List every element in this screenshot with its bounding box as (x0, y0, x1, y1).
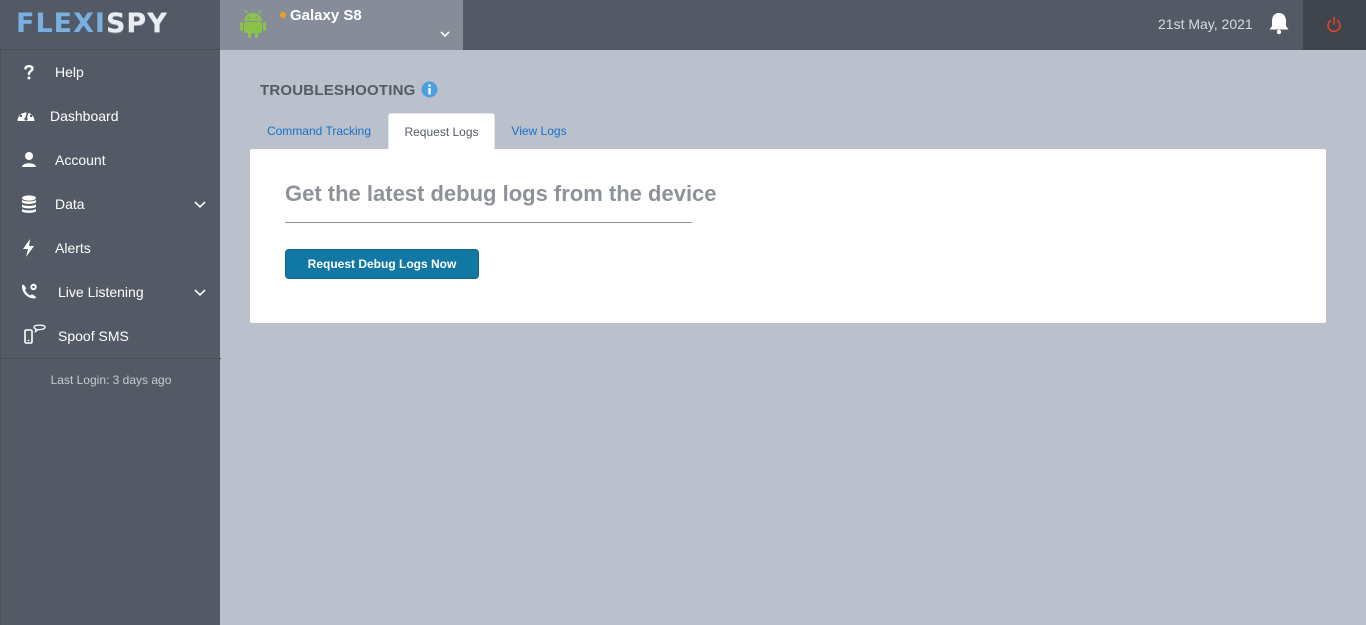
last-login: Last Login: 3 days ago (50, 373, 172, 387)
sidebar-item-label: Dashboard (50, 108, 119, 124)
request-logs-panel: Get the latest debug logs from the devic… (250, 149, 1326, 323)
tab-command-tracking[interactable]: Command Tracking (257, 113, 381, 150)
chevron-down-icon[interactable] (193, 197, 207, 211)
phone-chat-icon (24, 324, 46, 344)
sidebar-item-data[interactable]: Data (1, 182, 221, 226)
sidebar-item-account[interactable]: Account (1, 138, 221, 182)
user-icon (22, 152, 36, 167)
sidebar-item-label: Live Listening (58, 284, 144, 300)
logout-button[interactable] (1303, 0, 1366, 50)
question-icon (24, 65, 34, 80)
sidebar-item-spoof-sms[interactable]: Spoof SMS (1, 314, 221, 358)
current-date: 21st May, 2021 (1158, 16, 1253, 32)
chevron-down-icon[interactable] (193, 285, 207, 299)
sidebar-divider (1, 358, 221, 359)
top-bar: FLEXISPY Galaxy S8 21st May, 2021 (0, 0, 1366, 50)
sidebar-item-label: Alerts (55, 240, 91, 256)
sidebar-item-help[interactable]: Help (1, 50, 221, 94)
page-title: TROUBLESHOOTING (260, 82, 416, 99)
sidebar-item-dashboard[interactable]: Dashboard (1, 94, 221, 138)
lightning-icon (23, 239, 34, 257)
sidebar: Help Dashboard Account Data Alerts Live … (0, 50, 221, 625)
chevron-down-icon[interactable] (438, 27, 452, 41)
android-icon (240, 9, 266, 38)
flexispy-logo[interactable]: FLEXISPY (16, 9, 168, 39)
device-name: Galaxy S8 (290, 7, 362, 24)
sidebar-item-alerts[interactable]: Alerts (1, 226, 221, 270)
phone-gear-icon (22, 283, 37, 299)
dashboard-icon (17, 110, 35, 121)
power-icon (1327, 16, 1341, 33)
panel-heading: Get the latest debug logs from the devic… (285, 181, 717, 206)
sidebar-item-live-listening[interactable]: Live Listening (1, 270, 221, 314)
heading-divider (285, 222, 692, 223)
database-icon (22, 195, 36, 213)
bell-icon[interactable] (1268, 11, 1290, 35)
device-selector[interactable]: Galaxy S8 (220, 0, 463, 50)
sidebar-item-label: Help (55, 64, 84, 80)
sidebar-item-label: Account (55, 152, 106, 168)
tab-request-logs[interactable]: Request Logs (388, 113, 495, 150)
device-status-dot (280, 12, 286, 18)
tab-view-logs[interactable]: View Logs (502, 113, 576, 150)
logo-area[interactable]: FLEXISPY (0, 0, 220, 50)
sidebar-item-label: Spoof SMS (58, 328, 129, 344)
request-debug-logs-button[interactable]: Request Debug Logs Now (285, 249, 479, 279)
info-icon[interactable] (421, 81, 438, 98)
sidebar-item-label: Data (55, 196, 85, 212)
